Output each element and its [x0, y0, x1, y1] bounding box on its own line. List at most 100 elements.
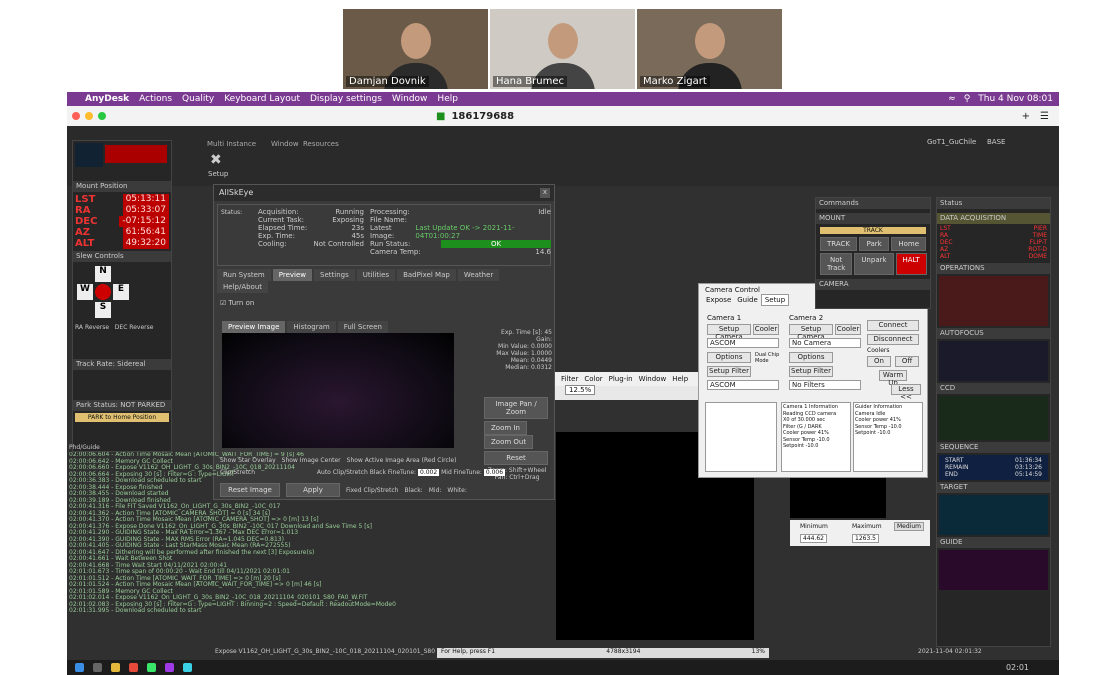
windows-start-icon[interactable]: [75, 663, 84, 672]
zoom-in-button[interactable]: Zoom In: [484, 421, 527, 435]
reset-button[interactable]: Reset: [484, 451, 548, 465]
stop-button[interactable]: [95, 284, 111, 300]
warm-up-button[interactable]: Warm Up: [879, 370, 907, 387]
dec-reverse-checkbox[interactable]: DEC Reverse: [115, 324, 154, 331]
tab-resources[interactable]: Resources: [303, 140, 339, 148]
chrome-icon[interactable]: [129, 663, 138, 672]
app-icon[interactable]: [147, 663, 156, 672]
search-icon[interactable]: [93, 663, 102, 672]
setup-label[interactable]: Setup: [208, 170, 228, 178]
tab-weather[interactable]: Weather: [457, 269, 500, 281]
tab-multi-instance[interactable]: Multi Instance: [207, 140, 256, 148]
not-track-button[interactable]: Not Track: [820, 253, 853, 275]
mid-finetune-input[interactable]: 0.006: [483, 469, 506, 476]
east-button[interactable]: E: [113, 284, 129, 300]
menu-window[interactable]: Window: [392, 94, 428, 104]
filter1-model[interactable]: ASCOM: [707, 380, 779, 390]
menu-color[interactable]: Color: [584, 375, 602, 383]
menu-keyboard[interactable]: Keyboard Layout: [224, 94, 300, 104]
tab-settings[interactable]: Settings: [314, 269, 355, 281]
maximum-input[interactable]: 1263.5: [852, 534, 879, 543]
wifi-icon[interactable]: ≈: [948, 94, 956, 104]
north-button[interactable]: N: [95, 266, 111, 282]
menu-display[interactable]: Display settings: [310, 94, 382, 104]
track-rate-buttons[interactable]: [73, 370, 171, 400]
tab-expose[interactable]: Expose: [703, 295, 734, 305]
zoom-window-icon[interactable]: [98, 112, 106, 120]
options-button[interactable]: Options: [707, 352, 751, 363]
park-home-button[interactable]: PARK to Home Position: [75, 413, 169, 422]
menu-actions[interactable]: Actions: [139, 94, 172, 104]
dual-chip-checkbox[interactable]: Dual Chip Mode: [755, 352, 781, 364]
track-cmd-button[interactable]: TRACK: [820, 237, 857, 251]
zoom-out-button[interactable]: Zoom Out: [484, 435, 534, 449]
app-icon[interactable]: [165, 663, 174, 672]
setup-camera2-button[interactable]: Setup Camera: [789, 324, 833, 341]
cooler2-button[interactable]: Cooler: [835, 324, 861, 335]
filter2-model[interactable]: No Filters: [789, 380, 861, 390]
session-id[interactable]: 186179688: [451, 111, 514, 122]
profile-name[interactable]: GoT1_GuChile: [927, 138, 976, 146]
tab-preview[interactable]: Preview: [272, 269, 313, 281]
menu-window[interactable]: Window: [639, 375, 667, 383]
subtab-full-screen[interactable]: Full Screen: [337, 321, 388, 333]
zoom-select[interactable]: 12.5%: [565, 385, 596, 395]
options2-button[interactable]: Options: [789, 352, 833, 363]
home-button[interactable]: Home: [891, 237, 926, 251]
plus-icon[interactable]: +: [1022, 111, 1030, 122]
cooler-off-button[interactable]: Off: [895, 356, 919, 367]
tab-setup[interactable]: Setup: [760, 294, 790, 306]
unpark-button[interactable]: Unpark: [854, 253, 894, 275]
setup-filter1-button[interactable]: Setup Filter: [707, 366, 751, 377]
subtab-preview-image[interactable]: Preview Image: [222, 321, 286, 333]
subtab-histogram[interactable]: Histogram: [287, 321, 336, 333]
minimize-window-icon[interactable]: [85, 112, 93, 120]
app-icon[interactable]: [183, 663, 192, 672]
stretch-mode-select[interactable]: Medium: [894, 522, 924, 531]
ra-reverse-checkbox[interactable]: RA Reverse: [75, 324, 109, 331]
participant-tile[interactable]: Marko Zigart: [637, 9, 782, 89]
tab-guide[interactable]: Guide: [734, 295, 761, 305]
pan-zoom-button[interactable]: Image Pan / Zoom: [484, 397, 548, 419]
menu-help[interactable]: Help: [437, 94, 458, 104]
participant-tile[interactable]: Hana Brumec: [490, 9, 635, 89]
setup-camera1-button[interactable]: Setup Camera: [707, 324, 751, 341]
tab-utilities[interactable]: Utilities: [356, 269, 396, 281]
track-button[interactable]: TRACK: [820, 227, 926, 234]
activity-log[interactable]: 02:00:06.604 - Action Time Mosaic Mean […: [69, 452, 429, 642]
hamburger-icon[interactable]: ☰: [1040, 111, 1049, 122]
disconnect-button[interactable]: Disconnect: [867, 334, 919, 345]
cooler1-button[interactable]: Cooler: [753, 324, 779, 335]
tab-window[interactable]: Window: [271, 140, 299, 148]
app-name[interactable]: AnyDesk: [85, 94, 129, 104]
menu-quality[interactable]: Quality: [182, 94, 214, 104]
menu-filter[interactable]: Filter: [561, 375, 578, 383]
menu-help[interactable]: Help: [672, 375, 688, 383]
tab-run-system[interactable]: Run System: [217, 269, 271, 281]
park-button[interactable]: Park: [859, 237, 890, 251]
allsky-preview-image[interactable]: [222, 333, 454, 448]
close-icon[interactable]: x: [540, 188, 550, 198]
connect-button[interactable]: Connect: [867, 320, 919, 331]
menubar-clock[interactable]: Thu 4 Nov 08:01: [978, 94, 1053, 104]
tab-badpixel[interactable]: BadPixel Map: [397, 269, 456, 281]
close-window-icon[interactable]: [72, 112, 80, 120]
participant-tile[interactable]: Damjan Dovnik: [343, 9, 488, 89]
cooler-on-button[interactable]: On: [867, 356, 891, 367]
setup-filter2-button[interactable]: Setup Filter: [789, 366, 833, 377]
setup-icon[interactable]: ✖: [210, 152, 222, 168]
file-explorer-icon[interactable]: [111, 663, 120, 672]
menu-plugin[interactable]: Plug-in: [609, 375, 633, 383]
camera1-model[interactable]: ASCOM: [707, 338, 779, 348]
turn-on-checkbox[interactable]: ☑ Turn on: [214, 293, 554, 313]
tab-help-about[interactable]: Help/About: [217, 281, 269, 293]
south-button[interactable]: S: [95, 302, 111, 318]
less-button[interactable]: Less <<: [891, 384, 921, 401]
search-icon[interactable]: ⚲: [964, 94, 971, 104]
base-label[interactable]: BASE: [987, 138, 1005, 146]
halt-button[interactable]: HALT: [895, 253, 927, 275]
taskbar-clock[interactable]: 02:01: [1006, 663, 1029, 672]
camera2-model[interactable]: No Camera: [789, 338, 861, 348]
west-button[interactable]: W: [77, 284, 93, 300]
minimum-input[interactable]: 444.62: [800, 534, 827, 543]
